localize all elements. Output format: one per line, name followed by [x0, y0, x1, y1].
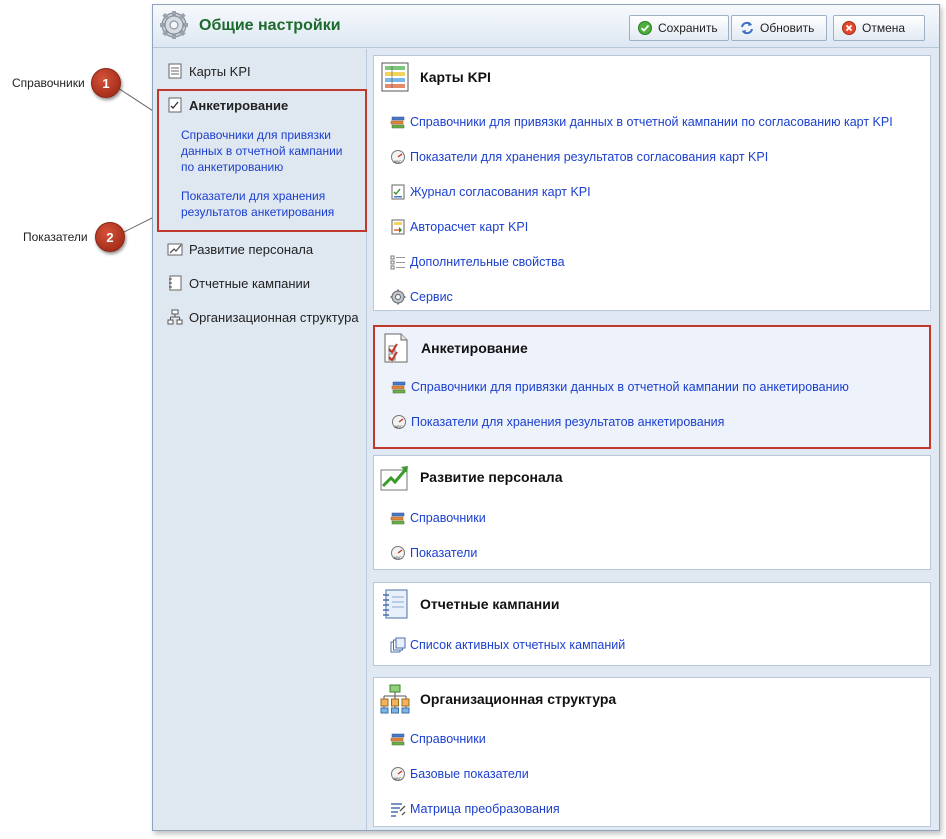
- callout-badge-2: 2: [95, 222, 125, 252]
- indicator-gauge-icon: ABC: [391, 546, 405, 560]
- section-header: Развитие персонала: [380, 462, 562, 492]
- cancel-button[interactable]: Отмена: [833, 15, 925, 41]
- section-header: Анкетирование: [381, 333, 528, 363]
- link-text: Справочники для привязки данных в отчетн…: [410, 115, 893, 129]
- section-header: Организационная структура: [380, 684, 616, 714]
- properties-icon: [390, 255, 405, 270]
- section-title: Развитие персонала: [420, 469, 563, 485]
- section-kpi-cards: Карты KPI Справочники для привязки данны…: [373, 55, 931, 311]
- svg-text:ABC: ABC: [394, 159, 402, 164]
- link-row[interactable]: Дополнительные свойства: [390, 254, 565, 270]
- section-org-structure: Организационная структура Справочники AB…: [373, 677, 931, 827]
- cancel-icon: [842, 21, 856, 35]
- link-row[interactable]: ABC Показатели для хранения результатов …: [391, 414, 724, 430]
- indicator-gauge-icon: ABC: [391, 767, 405, 781]
- link-text: Авторасчет карт KPI: [410, 220, 529, 234]
- indicator-gauge-icon: ABC: [391, 150, 405, 164]
- link-text: Дополнительные свойства: [410, 255, 565, 269]
- kpi-cards-icon: [168, 63, 182, 79]
- svg-text:ABC: ABC: [395, 424, 403, 429]
- link-row[interactable]: Справочники для привязки данных в отчетн…: [391, 379, 849, 395]
- callout-badge-1: 1: [91, 68, 121, 98]
- survey-highlight-frame: [157, 89, 367, 232]
- svg-text:ABC: ABC: [394, 555, 402, 560]
- gear-icon: [160, 11, 188, 39]
- section-report-campaigns: Отчетные кампании Список активных отчетн…: [373, 582, 931, 666]
- section-staff-development: Развитие персонала Справочники ABC Показ…: [373, 455, 931, 570]
- link-row[interactable]: Сервис: [390, 289, 453, 305]
- save-button[interactable]: Сохранить: [629, 15, 729, 41]
- survey-icon: [384, 333, 408, 363]
- cancel-button-label: Отмена: [862, 21, 906, 35]
- link-text: Справочники: [410, 732, 486, 746]
- sidebar-item-label: Развитие персонала: [189, 241, 314, 257]
- save-button-label: Сохранить: [658, 21, 718, 35]
- kpi-cards-icon: [381, 62, 409, 92]
- link-text: Список активных отчетных кампаний: [410, 638, 626, 652]
- callout-label-2: Показатели: [23, 230, 88, 244]
- matrix-icon: [391, 803, 406, 817]
- link-text: Журнал согласования карт KPI: [410, 185, 591, 199]
- link-text: Показатели для хранения результатов анке…: [411, 415, 725, 429]
- link-text: Базовые показатели: [410, 767, 529, 781]
- link-text: Показатели: [410, 546, 478, 560]
- sidebar-item-staff-development[interactable]: Развитие персонала: [167, 241, 313, 257]
- link-row[interactable]: Справочники: [390, 731, 486, 747]
- directory-icon: [390, 116, 405, 129]
- org-structure-icon: [167, 309, 183, 325]
- sidebar-item-report-campaigns[interactable]: Отчетные кампании: [167, 275, 310, 291]
- link-text: Справочники: [410, 511, 486, 525]
- org-structure-icon: [380, 684, 410, 714]
- sidebar-item-label: Отчетные кампании: [189, 275, 311, 291]
- link-row[interactable]: Список активных отчетных кампаний: [390, 637, 625, 653]
- link-text: Справочники для привязки данных в отчетн…: [411, 380, 849, 394]
- sidebar-item-label: Организационная структура: [189, 309, 359, 325]
- notebook-icon: [169, 275, 182, 291]
- section-survey: Анкетирование Справочники для привязки д…: [373, 325, 931, 449]
- refresh-icon: [741, 21, 753, 35]
- journal-icon: [391, 184, 405, 200]
- link-row[interactable]: Справочники: [390, 510, 486, 526]
- directory-icon: [390, 733, 405, 746]
- link-text: Показатели для хранения результатов согл…: [410, 150, 769, 164]
- section-header: Отчетные кампании: [380, 589, 559, 619]
- link-row[interactable]: Матрица преобразования: [390, 801, 560, 817]
- window-title: Общие настройки: [199, 17, 341, 34]
- refresh-button-label: Обновить: [760, 21, 815, 35]
- refresh-button[interactable]: Обновить: [731, 15, 827, 41]
- growth-chart-icon: [380, 466, 408, 491]
- directory-icon: [391, 381, 406, 394]
- link-text: Матрица преобразования: [410, 802, 560, 816]
- link-row[interactable]: ABC Показатели: [390, 545, 477, 561]
- link-row[interactable]: ABC Базовые показатели: [390, 766, 529, 782]
- section-header: Карты KPI: [380, 62, 491, 92]
- link-row[interactable]: Авторасчет карт KPI: [390, 219, 528, 235]
- link-row[interactable]: ABC Показатели для хранения результатов …: [390, 149, 768, 165]
- sidebar-item-org-structure[interactable]: Организационная структура: [167, 309, 359, 325]
- svg-text:ABC: ABC: [394, 776, 402, 781]
- link-row[interactable]: Справочники для привязки данных в отчетн…: [390, 114, 893, 130]
- section-title: Отчетные кампании: [420, 596, 560, 612]
- check-icon: [638, 21, 652, 35]
- settings-window: Общие настройки Сохранить Обновить Отмен…: [152, 4, 940, 831]
- sidebar-item-kpi-cards[interactable]: Карты KPI: [167, 63, 251, 79]
- sidebar: Карты KPI Анкетирование Справочники для …: [153, 49, 367, 830]
- notebook-icon: [383, 589, 408, 619]
- directory-icon: [390, 512, 405, 525]
- section-title: Организационная структура: [420, 691, 617, 707]
- autocalc-icon: [391, 219, 405, 235]
- growth-chart-icon: [167, 243, 183, 256]
- campaign-list-icon: [390, 637, 406, 653]
- section-title: Карты KPI: [420, 69, 491, 85]
- section-title: Анкетирование: [421, 340, 528, 356]
- link-row[interactable]: Журнал согласования карт KPI: [390, 184, 591, 200]
- gear-icon: [390, 289, 406, 305]
- callout-label-1: Справочники: [12, 76, 85, 90]
- sidebar-item-label: Карты KPI: [189, 63, 251, 79]
- title-bar: Общие настройки Сохранить Обновить Отмен…: [153, 5, 939, 48]
- indicator-gauge-icon: ABC: [392, 415, 406, 429]
- link-text: Сервис: [410, 290, 453, 304]
- main-content: Карты KPI Справочники для привязки данны…: [369, 49, 939, 830]
